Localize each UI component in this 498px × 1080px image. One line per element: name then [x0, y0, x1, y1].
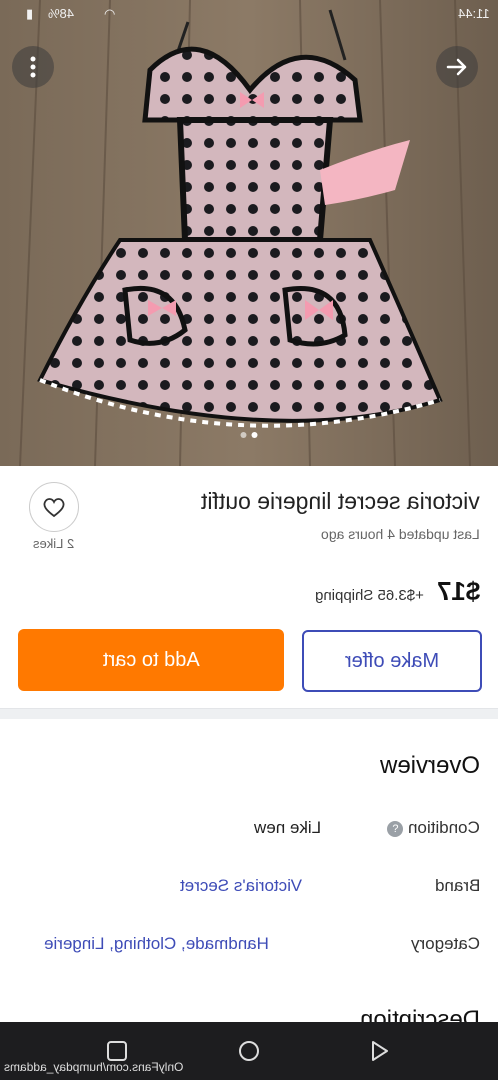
- price: $17: [436, 576, 480, 606]
- category-label: Category: [411, 934, 480, 953]
- like-control[interactable]: 2 Likes: [28, 482, 80, 551]
- price-row: +$3.65 Shipping $17: [315, 576, 480, 607]
- condition-value: Like new: [254, 818, 322, 837]
- photo-pagination: [240, 432, 258, 438]
- make-offer-button[interactable]: Make offer: [302, 630, 482, 692]
- last-updated: Last updated 4 hours ago: [321, 526, 480, 542]
- arrow-right-icon: [446, 58, 467, 76]
- section-divider: [0, 708, 498, 719]
- brand-link[interactable]: Victoria's Secret: [180, 876, 302, 896]
- home-icon[interactable]: [238, 1040, 260, 1062]
- help-icon[interactable]: ?: [387, 820, 404, 837]
- like-button[interactable]: [29, 482, 79, 532]
- shipping-cost: +$3.65 Shipping: [315, 587, 425, 604]
- category-link[interactable]: Handmade, Clothing, Lingerie: [44, 934, 269, 954]
- back-icon[interactable]: [370, 1040, 390, 1062]
- status-time: 11:44: [458, 6, 490, 21]
- add-to-cart-button[interactable]: Add to cart: [18, 629, 284, 691]
- add-to-cart-label: Add to cart: [102, 648, 200, 671]
- recents-icon[interactable]: [106, 1040, 128, 1062]
- battery-icon: ▮: [26, 6, 34, 21]
- wifi-icon: ◠: [104, 6, 116, 21]
- status-bar: 11:44 48% ▮ ◠: [8, 6, 490, 30]
- brand-label: Brand: [434, 876, 480, 895]
- likes-count: 2 Likes: [33, 536, 75, 551]
- system-nav-bar: OnlyFans.com/humpday_addams: [0, 1022, 498, 1080]
- watermark-text: OnlyFans.com/humpday_addams: [4, 1060, 184, 1074]
- listing-title: victoria secret lingerie outfit: [201, 488, 480, 514]
- pagination-dot-active: [251, 432, 258, 438]
- make-offer-label: Make offer: [344, 649, 440, 672]
- share-button[interactable]: [436, 46, 478, 88]
- vertical-dots-icon: [30, 56, 36, 78]
- battery-level: 48%: [48, 6, 75, 21]
- overview-heading: Overview: [379, 752, 480, 779]
- condition-label: Condition: [408, 818, 480, 837]
- heart-icon: [43, 498, 65, 518]
- more-options-button[interactable]: [12, 46, 54, 88]
- pagination-dot: [240, 432, 247, 438]
- watermark: OnlyFans.com/humpday_addams: [4, 1060, 183, 1074]
- lingerie-photo-illustration: [0, 0, 498, 466]
- condition-row: ? Condition: [381, 818, 480, 838]
- product-photo[interactable]: 11:44 48% ▮ ◠: [0, 0, 498, 466]
